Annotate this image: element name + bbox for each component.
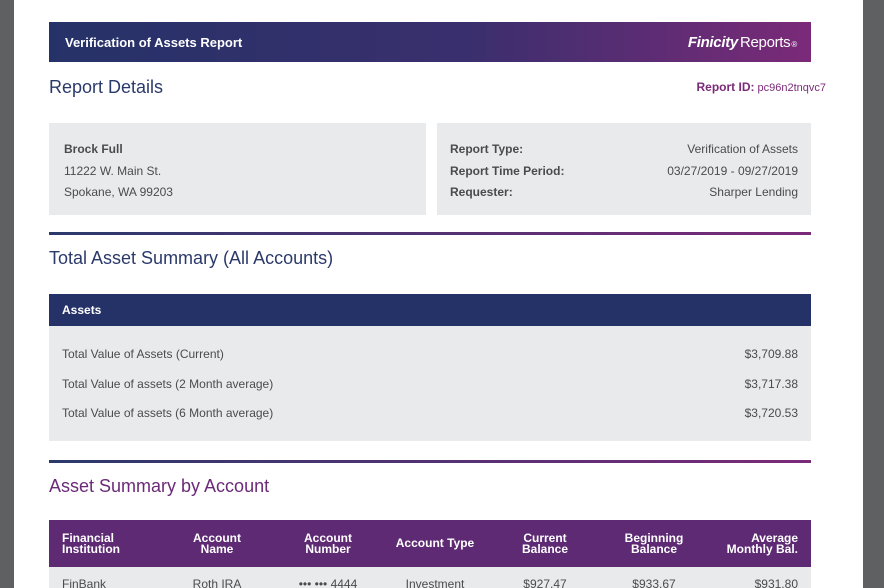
report-details-heading: Report Details [49,77,164,97]
assets-table-body: Total Value of Assets (Current) $3,709.8… [49,326,811,441]
cell-beginning-balance: $933.67 [632,577,676,588]
cell-account-number: ••• ••• 4444 [298,577,358,588]
col-account-name: Account Name [158,532,276,556]
customer-street: 11222 W. Main St. [64,163,162,178]
cell-account-name: Roth IRA [192,577,242,588]
meta-label: Report Time Period: [450,163,565,178]
customer-name: Brock Full [64,142,123,156]
col-header-line: Monthly Bal. [726,541,798,556]
report-title: Verification of Assets Report [65,34,243,50]
meta-value: Verification of Assets [687,142,798,156]
report-id-value: pc96n2tnqvc7 [757,82,827,94]
brand-mark: ® [791,39,797,49]
meta-label: Requester: [450,185,513,199]
meta-value: 03/27/2019 - 09/27/2019 [667,163,798,178]
section-divider [49,232,811,235]
table-row: FinBank Roth IRA ••• ••• 4444 Investment… [49,567,811,588]
asset-row: Total Value of assets (6 Month average) … [62,402,798,432]
customer-info-box: Brock Full 11222 W. Main St. Spokane, WA… [49,123,426,215]
col-account-number: Account Number [276,532,380,556]
asset-summary-by-account-heading: Asset Summary by Account [49,476,270,496]
meta-value: Sharper Lending [709,185,798,199]
asset-row: Total Value of Assets (Current) $3,709.8… [62,343,798,373]
assets-table-header: Assets [49,294,811,326]
col-header-line: Balance [630,541,678,556]
cell-current-balance: $927.47 [523,577,567,588]
finicity-logo: Finicity Reports ® [688,34,797,51]
col-header-line: Number [305,541,351,556]
brand-main: Finicity [687,33,738,51]
brand-sub: Reports [739,33,791,51]
cell-account-type: Investment [405,577,465,588]
meta-row: Report Type: Verification of Assets [450,139,798,161]
col-account-type: Account Type [380,536,490,550]
report-id: Report ID: pc96n2tnqvc7 [697,80,827,94]
col-financial-institution: Financial Institution [62,532,158,556]
asset-label: Total Value of assets (6 Month average) [62,406,274,420]
col-current-balance: Current Balance [490,532,600,556]
asset-value: $3,717.38 [744,376,798,391]
report-page: Verification of Assets Report Finicity Re… [14,0,863,588]
report-id-label: Report ID: [696,80,755,94]
meta-label: Report Type: [450,142,524,156]
col-beginning-balance: Beginning Balance [600,532,708,556]
col-header-line: Name [200,541,234,556]
section-divider [49,460,811,463]
asset-value: $3,709.88 [744,347,798,361]
col-header-line: Account Type [395,536,475,550]
col-header-line: Balance [521,541,569,556]
accounts-table-header: Financial Institution Account Name Accou… [49,520,811,567]
report-meta-box: Report Type: Verification of Assets Repo… [437,123,811,215]
cell-average-monthly-balance: $931.80 [754,577,798,588]
meta-row: Requester: Sharper Lending [450,182,798,204]
asset-value: $3,720.53 [744,406,798,420]
asset-label: Total Value of assets (2 Month average) [62,376,274,391]
col-header-line: Institution [62,541,120,556]
asset-row: Total Value of assets (2 Month average) … [62,373,798,403]
total-asset-summary-heading: Total Asset Summary (All Accounts) [49,248,334,268]
cell-institution: FinBank [62,577,107,588]
customer-city: Spokane, WA 99203 [64,185,173,199]
meta-row: Report Time Period: 03/27/2019 - 09/27/2… [450,161,798,183]
report-banner: Verification of Assets Report Finicity Re… [49,22,811,62]
asset-label: Total Value of Assets (Current) [62,347,224,361]
col-average-monthly-balance: Average Monthly Bal. [708,532,798,556]
